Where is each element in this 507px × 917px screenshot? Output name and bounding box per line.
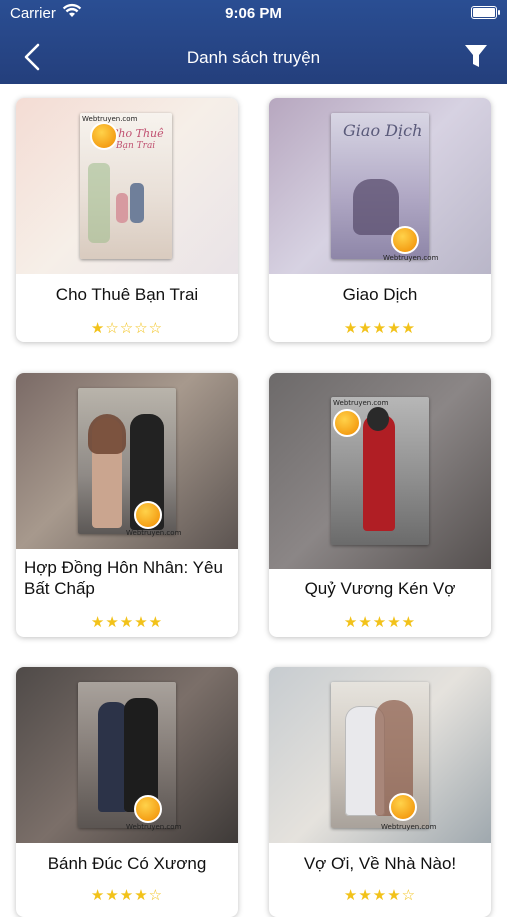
- star-empty-icon: ☆: [148, 320, 164, 337]
- cover-watermark: Webtruyen.com: [333, 399, 389, 407]
- webtruyen-logo: [134, 501, 162, 529]
- story-title: Cho Thuê Bạn Trai: [55, 285, 199, 304]
- clock: 9:06 PM: [225, 5, 282, 22]
- navigation-bar: Carrier 9:06 PM Danh sách truyện: [0, 0, 507, 84]
- story-title: Bánh Đúc Có Xương: [47, 854, 207, 873]
- story-title: Quỷ Vương Kén Vợ: [304, 579, 456, 598]
- rating-stars: ★★★★☆: [16, 886, 238, 904]
- story-title: Giao Dịch: [342, 285, 418, 304]
- star-icon: ★★★: [343, 887, 388, 904]
- story-cover[interactable]: Webtruyen.com: [269, 373, 491, 569]
- star-icon: ★★★: [90, 887, 135, 904]
- cover-watermark: Webtruyen.com: [126, 823, 182, 831]
- star-half-icon: ★: [134, 887, 149, 904]
- star-empty-icon: ☆: [119, 320, 135, 337]
- star-half-icon: ★: [90, 320, 106, 337]
- cover-watermark: Webtruyen.com: [383, 254, 439, 262]
- rating-stars: ★★★★☆: [269, 886, 491, 904]
- star-half-icon: ★: [387, 887, 402, 904]
- webtruyen-logo: [333, 409, 361, 437]
- webtruyen-logo: [389, 793, 417, 821]
- story-card[interactable]: Webtruyen.com Quỷ Vương Kén Vợ ★★★★★: [269, 373, 491, 637]
- story-title: Hợp Đồng Hôn Nhân: Yêu Bất Chấp: [24, 558, 223, 598]
- star-icon: ★★★★★: [343, 320, 417, 337]
- star-empty-icon: ☆: [401, 887, 417, 904]
- filter-icon[interactable]: [463, 42, 489, 70]
- battery-icon: [471, 6, 500, 19]
- webtruyen-logo: [391, 226, 419, 254]
- rating-stars: ★☆☆☆☆: [16, 319, 238, 337]
- star-empty-icon: ☆: [134, 320, 149, 337]
- webtruyen-logo: [134, 795, 162, 823]
- webtruyen-logo: [90, 122, 118, 150]
- rating-stars: ★★★★★: [269, 319, 491, 337]
- story-card[interactable]: Webtruyen.com Bánh Đúc Có Xương ★★★★☆: [16, 667, 238, 917]
- star-empty-icon: ☆: [105, 320, 120, 337]
- story-card[interactable]: Webtruyen.com Hợp Đồng Hôn Nhân: Yêu Bất…: [16, 373, 238, 637]
- rating-stars: ★★★★★: [16, 613, 238, 631]
- story-card[interactable]: Cho Thuê Bạn Trai Webtruyen.com Cho Thuê…: [16, 98, 238, 342]
- rating-stars: ★★★★★: [269, 613, 491, 631]
- cover-watermark: Webtruyen.com: [381, 823, 437, 831]
- story-title: Vợ Ơi, Về Nhà Nào!: [303, 854, 457, 873]
- story-card[interactable]: Webtruyen.com Vợ Ơi, Về Nhà Nào! ★★★★☆: [269, 667, 491, 917]
- story-cover[interactable]: Giao Dịch Webtruyen.com: [269, 98, 491, 274]
- cover-watermark: Webtruyen.com: [82, 115, 138, 123]
- story-cover[interactable]: Webtruyen.com: [16, 667, 238, 843]
- star-icon: ★★★★★: [343, 614, 417, 631]
- status-bar: Carrier 9:06 PM: [0, 0, 507, 26]
- story-card[interactable]: Giao Dịch Webtruyen.com Giao Dịch ★★★★★: [269, 98, 491, 342]
- story-cover[interactable]: Webtruyen.com: [269, 667, 491, 843]
- star-icon: ★★★★★: [90, 614, 164, 631]
- story-cover[interactable]: Cho Thuê Bạn Trai Webtruyen.com: [16, 98, 238, 274]
- story-cover[interactable]: Webtruyen.com: [16, 373, 238, 549]
- star-empty-icon: ☆: [148, 887, 164, 904]
- cover-watermark: Webtruyen.com: [126, 529, 182, 537]
- page-title: Danh sách truyện: [186, 48, 321, 67]
